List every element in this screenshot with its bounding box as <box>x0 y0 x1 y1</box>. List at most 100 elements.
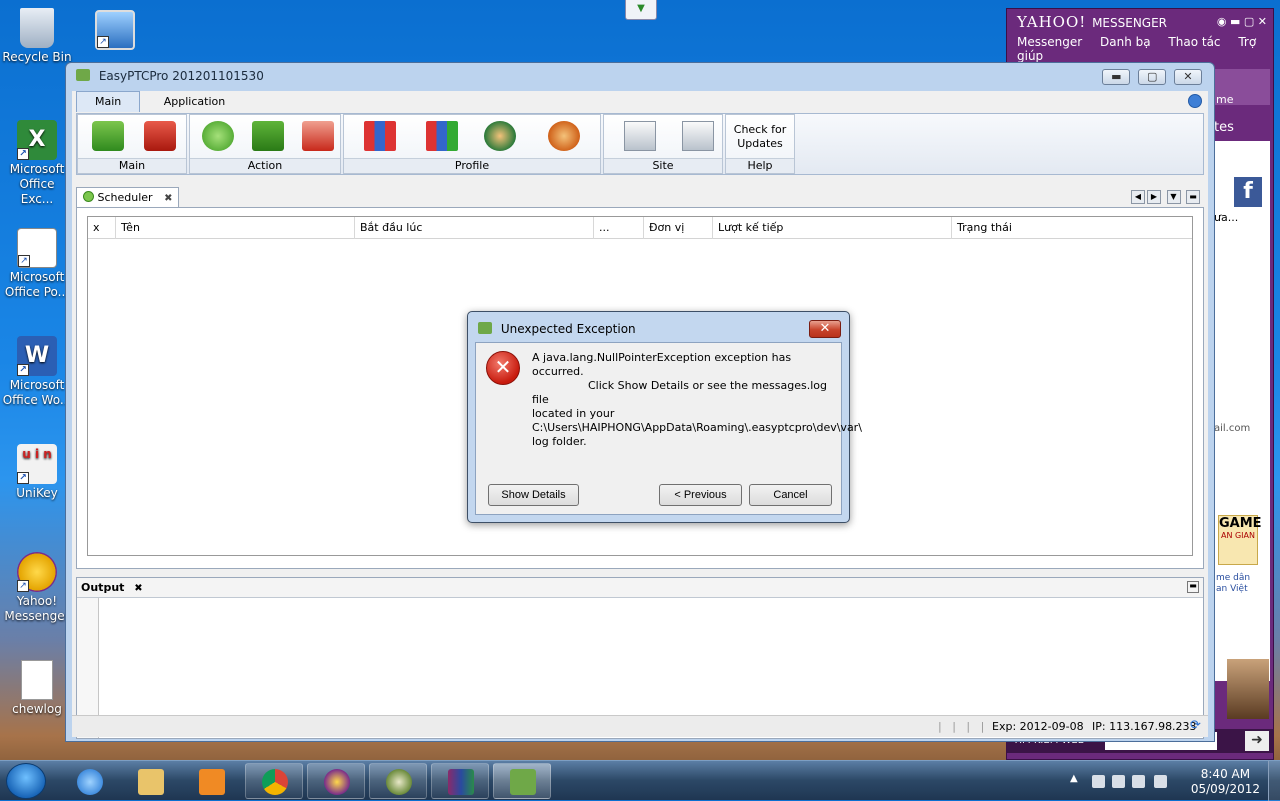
yahoo-menu-actions[interactable]: Thao tác <box>1168 35 1220 49</box>
taskbar-explorer[interactable] <box>121 763 179 799</box>
dialog-body: ✕ A java.lang.NullPointerException excep… <box>475 342 862 515</box>
tab-scroll-left-icon[interactable]: ◀ <box>1131 190 1145 204</box>
network-icon[interactable] <box>1092 775 1105 788</box>
check-for-updates-button[interactable]: Check for Updates <box>726 123 794 151</box>
profile-folders-icon[interactable] <box>364 121 396 151</box>
tab-main[interactable]: Main <box>76 91 141 112</box>
column-header-name[interactable]: Tên <box>116 217 355 239</box>
close-tab-icon[interactable]: ✖ <box>164 193 172 204</box>
tab-application[interactable]: Application <box>146 92 243 113</box>
refresh-icon[interactable] <box>202 121 234 151</box>
add-site-icon[interactable] <box>682 121 714 151</box>
play-icon[interactable] <box>144 121 176 151</box>
yahoo-search-arrow-icon[interactable]: ➜ <box>1245 731 1269 751</box>
desktop-icon-label: Microsoft Office Exc... <box>9 162 65 206</box>
yahoo-messenger-icon <box>324 769 350 795</box>
desktop-icon-label: Microsoft Office Wo... <box>2 378 72 407</box>
tab-navigation: ◀ ▶ ▼ ▬ <box>1129 189 1200 204</box>
add-user-icon[interactable] <box>484 121 516 151</box>
desktop-icon-yahoo[interactable]: ↗ Yahoo! Messenger <box>2 552 72 624</box>
yahoo-fragment-tes: tes <box>1212 117 1270 141</box>
easyptcpro-icon <box>510 769 536 795</box>
group-main: Main <box>77 114 187 174</box>
computer-icon: ↗ <box>95 10 135 50</box>
close-output-icon[interactable]: ✖ <box>134 583 142 594</box>
output-title: Output <box>81 581 125 594</box>
game-ad-line2: an Việt <box>1216 584 1248 594</box>
yahoo-menu-messenger[interactable]: Messenger <box>1017 35 1082 49</box>
desktop-icon-unikey[interactable]: u i n ↗ UniKey <box>2 444 72 501</box>
taskbar-easyptcpro[interactable] <box>493 763 551 799</box>
unikey-icon: u i n ↗ <box>17 444 57 484</box>
exception-dialog[interactable]: Unexpected Exception ✕ ✕ A java.lang.Nul… <box>467 311 862 523</box>
taskbar-unikey[interactable] <box>369 763 427 799</box>
top-collapse-tab[interactable]: ▼ <box>625 0 657 20</box>
action-center-icon[interactable] <box>1112 775 1125 788</box>
taskbar-media[interactable] <box>182 763 240 799</box>
display-icon[interactable] <box>1132 775 1145 788</box>
desktop-icon-word[interactable]: W ↗ Microsoft Office Wo... <box>2 336 72 408</box>
status-bar: | | | | Exp: 2012-09-08 IP: 113.167.98.2… <box>72 715 1208 737</box>
column-header-x[interactable]: x <box>88 217 116 239</box>
show-desktop-button[interactable] <box>1268 761 1280 801</box>
show-hidden-icons[interactable]: ▲ <box>1070 773 1078 784</box>
add-profile-folder-icon[interactable] <box>426 121 458 151</box>
volume-muted-icon[interactable] <box>1154 775 1167 788</box>
facebook-icon[interactable]: f <box>1234 177 1262 207</box>
column-header-start[interactable]: Bắt đầu lúc <box>355 217 594 239</box>
desktop-icon-excel[interactable]: X ↗ Microsoft Office Exc... <box>2 120 72 207</box>
show-details-button[interactable]: Show Details <box>488 484 579 506</box>
column-header-status[interactable]: Trạng thái <box>952 217 1191 239</box>
column-header-next-run[interactable]: Lượt kế tiếp <box>713 217 952 239</box>
yahoo-fragment-tienich: iện ích <box>1215 461 1252 474</box>
winrar-icon <box>448 769 474 795</box>
yahoo-menu-contacts[interactable]: Danh bạ <box>1100 35 1151 49</box>
tab-scheduler[interactable]: Scheduler ✖ <box>76 187 180 207</box>
taskbar-ie[interactable] <box>60 763 118 799</box>
minimize-button[interactable]: ▬ <box>1102 69 1131 85</box>
column-header-unit[interactable]: Đơn vị <box>644 217 713 239</box>
cancel-button[interactable]: Cancel <box>749 484 832 506</box>
output-header: Output ✖ ▬ <box>77 578 1203 598</box>
desktop-icon-recycle-bin[interactable]: Recycle Bin <box>2 8 72 65</box>
dialog-close-button[interactable]: ✕ <box>809 320 841 338</box>
refresh-ip-icon[interactable]: ⟳ <box>1190 719 1204 733</box>
table-header: x Tên Bắt đầu lúc ... Đơn vị Lượt kế tiế… <box>88 217 1192 239</box>
desktop-icon-chewlog[interactable]: chewlog <box>2 660 72 717</box>
delete-icon[interactable] <box>302 121 334 151</box>
internet-explorer-icon <box>77 769 103 795</box>
tab-list-icon[interactable]: ▼ <box>1166 190 1181 204</box>
game-ad-banner[interactable]: GAME AN GIAN <box>1218 515 1262 565</box>
desktop-icon-powerpoint[interactable]: ↗ Microsoft Office Po... <box>2 228 72 300</box>
taskbar-chrome[interactable] <box>245 763 303 799</box>
minimize-panel-icon[interactable]: ▬ <box>1186 190 1200 204</box>
yahoo-window-controls[interactable]: ◉ ▬ ▢ ✕ <box>1217 15 1267 28</box>
save-icon[interactable] <box>252 121 284 151</box>
folder-icon <box>138 769 164 795</box>
powerpoint-icon: ↗ <box>17 228 57 268</box>
list-icon[interactable] <box>92 121 124 151</box>
tab-scroll-right-icon[interactable]: ▶ <box>1147 190 1161 204</box>
maximize-button[interactable]: ▢ <box>1138 69 1167 85</box>
taskbar-yahoo[interactable] <box>307 763 365 799</box>
excel-icon: X ↗ <box>17 120 57 160</box>
desktop-icon-computer[interactable]: ↗ <box>80 10 150 52</box>
window-controls: ▬ ▢ ✕ <box>1098 69 1202 85</box>
minimize-output-icon[interactable]: ▬ <box>1187 581 1199 593</box>
dialog-message: A java.lang.NullPointerException excepti… <box>532 351 862 448</box>
help-icon[interactable] <box>1188 94 1202 108</box>
site-windows-icon[interactable] <box>624 121 656 151</box>
taskbar-winrar[interactable] <box>431 763 489 799</box>
text-file-icon <box>21 660 53 700</box>
yahoo-fragment-me: me <box>1216 93 1234 106</box>
column-header-more[interactable]: ... <box>594 217 644 239</box>
start-button[interactable] <box>6 763 46 799</box>
previous-button[interactable]: < Previous <box>659 484 742 506</box>
close-button[interactable]: ✕ <box>1174 69 1202 85</box>
unikey-tray-icon <box>386 769 412 795</box>
error-icon: ✕ <box>486 351 520 385</box>
clock[interactable]: 8:40 AM 05/09/2012 <box>1191 767 1260 797</box>
ribbon-tabs: Main Application <box>72 91 1208 113</box>
edit-user-icon[interactable] <box>548 121 580 151</box>
group-site-label: Site <box>604 158 722 173</box>
